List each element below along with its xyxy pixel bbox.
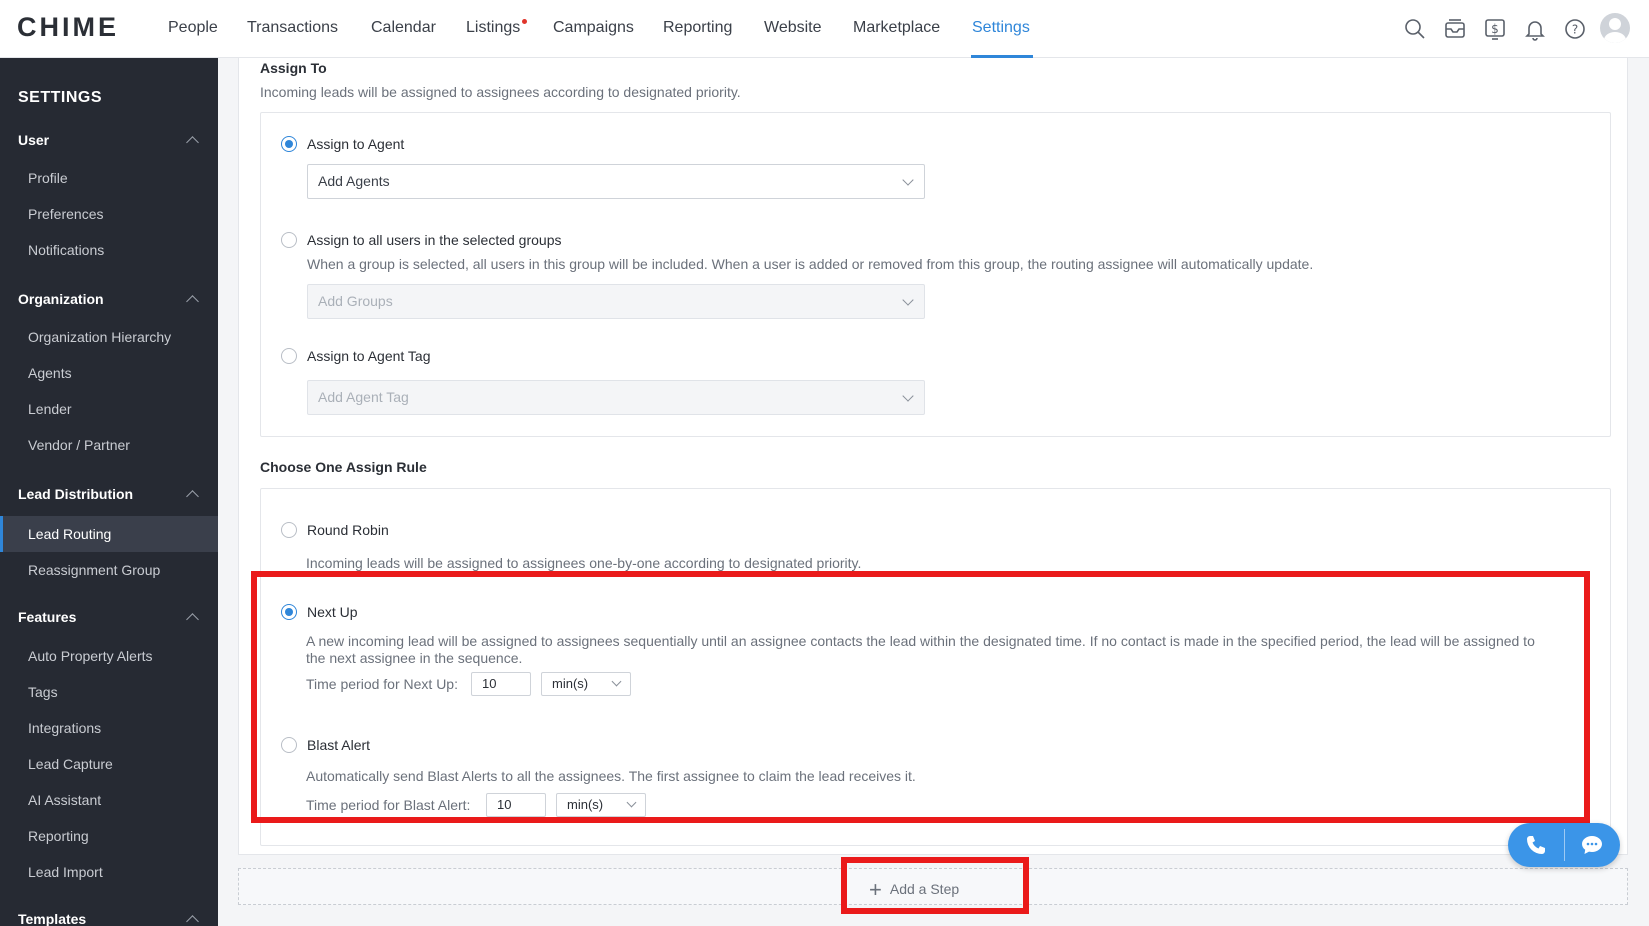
- assign-to-agent-tag-radio[interactable]: [281, 348, 297, 364]
- assign-to-groups-description: When a group is selected, all users in t…: [307, 256, 1314, 272]
- nav-campaigns[interactable]: Campaigns: [553, 19, 634, 37]
- svg-text:$: $: [1491, 22, 1499, 36]
- nav-website[interactable]: Website: [764, 19, 822, 37]
- add-step-area: + Add a Step: [238, 868, 1628, 905]
- chevron-up-icon[interactable]: [186, 490, 199, 503]
- nav-listings[interactable]: Listings: [466, 19, 520, 37]
- add-step-label: Add a Step: [889, 881, 960, 897]
- assign-to-agent-tag-label[interactable]: Assign to Agent Tag: [307, 348, 431, 364]
- sidebar-item-vendor-partner[interactable]: Vendor / Partner: [0, 427, 218, 463]
- assign-to-subtitle: Incoming leads will be assigned to assig…: [260, 84, 741, 100]
- sidebar-section-organization[interactable]: Organization: [18, 291, 104, 307]
- nav-marketplace[interactable]: Marketplace: [853, 19, 940, 37]
- sidebar-item-organization-hierarchy[interactable]: Organization Hierarchy: [0, 319, 218, 355]
- help-icon[interactable]: ?: [1563, 17, 1587, 41]
- add-agent-tag-select[interactable]: Add Agent Tag: [307, 380, 925, 415]
- assign-to-agent-radio[interactable]: [281, 136, 297, 152]
- blast-alert-period-label: Time period for Blast Alert:: [306, 797, 471, 813]
- chime-logo[interactable]: CHIME: [17, 12, 119, 43]
- chevron-down-icon: [626, 797, 637, 808]
- sidebar-item-tags[interactable]: Tags: [0, 674, 218, 710]
- add-agents-select[interactable]: Add Agents: [307, 164, 925, 199]
- nav-people[interactable]: People: [168, 19, 218, 37]
- nav-settings[interactable]: Settings: [972, 19, 1030, 37]
- avatar[interactable]: [1600, 13, 1630, 43]
- sidebar-section-lead-distribution[interactable]: Lead Distribution: [18, 486, 133, 502]
- next-up-period-input[interactable]: 10: [471, 672, 531, 696]
- plus-icon: +: [869, 877, 882, 902]
- sidebar-item-lead-import[interactable]: Lead Import: [0, 854, 218, 890]
- sidebar-item-ai-assistant[interactable]: AI Assistant: [0, 782, 218, 818]
- next-up-unit-value: min(s): [552, 676, 589, 691]
- listings-notification-dot: [522, 19, 527, 24]
- settings-sidebar: SETTINGS User Profile Preferences Notifi…: [0, 58, 218, 926]
- sidebar-section-features[interactable]: Features: [18, 609, 76, 625]
- sidebar-item-reassignment-group[interactable]: Reassignment Group: [0, 552, 218, 588]
- chevron-up-icon[interactable]: [186, 915, 199, 926]
- next-up-unit-select[interactable]: min(s): [541, 672, 631, 696]
- top-nav: CHIME People Transactions Calendar Listi…: [0, 0, 1649, 58]
- main-content: Assign To Incoming leads will be assigne…: [218, 58, 1649, 926]
- nav-reporting[interactable]: Reporting: [663, 19, 732, 37]
- nav-calendar[interactable]: Calendar: [371, 19, 436, 37]
- blast-alert-label[interactable]: Blast Alert: [307, 737, 370, 753]
- assign-to-agent-label[interactable]: Assign to Agent: [307, 136, 404, 152]
- blast-alert-radio[interactable]: [281, 737, 297, 753]
- add-groups-value: Add Groups: [318, 293, 393, 309]
- routing-step-card: Assign To Incoming leads will be assigne…: [238, 58, 1628, 855]
- next-up-radio[interactable]: [281, 604, 297, 620]
- floating-contact-bar: [1508, 823, 1620, 867]
- sidebar-section-user[interactable]: User: [18, 132, 49, 148]
- add-agents-value: Add Agents: [318, 173, 390, 189]
- floating-bar-divider: [1564, 829, 1565, 861]
- assign-rule-options-box: Round Robin Incoming leads will be assig…: [260, 488, 1611, 846]
- assign-to-options-box: Assign to Agent Add Agents Assign to all…: [260, 112, 1611, 437]
- chevron-down-icon: [902, 174, 914, 186]
- blast-alert-unit-select[interactable]: min(s): [556, 793, 646, 817]
- chat-icon[interactable]: [1580, 833, 1604, 857]
- chevron-up-icon[interactable]: [186, 136, 199, 149]
- sidebar-item-reporting[interactable]: Reporting: [0, 818, 218, 854]
- next-up-label[interactable]: Next Up: [307, 604, 358, 620]
- blast-alert-period-input[interactable]: 10: [486, 793, 546, 817]
- sidebar-item-agents[interactable]: Agents: [0, 355, 218, 391]
- add-agent-tag-value: Add Agent Tag: [318, 389, 409, 405]
- bell-icon[interactable]: [1523, 17, 1547, 41]
- blast-alert-unit-value: min(s): [567, 797, 604, 812]
- assign-rule-title: Choose One Assign Rule: [260, 459, 427, 475]
- inbox-icon[interactable]: [1443, 17, 1467, 41]
- chevron-down-icon: [611, 676, 622, 687]
- search-icon[interactable]: [1403, 17, 1427, 41]
- add-groups-select[interactable]: Add Groups: [307, 284, 925, 319]
- chevron-down-icon: [902, 294, 914, 306]
- sidebar-title: SETTINGS: [18, 89, 103, 106]
- phone-icon[interactable]: [1524, 833, 1548, 857]
- sidebar-item-preferences[interactable]: Preferences: [0, 196, 218, 232]
- chevron-up-icon[interactable]: [186, 613, 199, 626]
- round-robin-label[interactable]: Round Robin: [307, 522, 389, 538]
- round-robin-description: Incoming leads will be assigned to assig…: [306, 555, 862, 571]
- sidebar-item-integrations[interactable]: Integrations: [0, 710, 218, 746]
- sidebar-item-profile[interactable]: Profile: [0, 160, 218, 196]
- next-up-description: A new incoming lead will be assigned to …: [306, 633, 1535, 666]
- sidebar-item-lead-routing[interactable]: Lead Routing: [0, 516, 218, 552]
- assign-to-groups-label[interactable]: Assign to all users in the selected grou…: [307, 232, 561, 248]
- assign-to-groups-radio[interactable]: [281, 232, 297, 248]
- chevron-down-icon: [902, 390, 914, 402]
- blast-alert-description: Automatically send Blast Alerts to all t…: [306, 768, 916, 784]
- chevron-up-icon[interactable]: [186, 295, 199, 308]
- sidebar-item-notifications[interactable]: Notifications: [0, 232, 218, 268]
- sidebar-item-auto-property-alerts[interactable]: Auto Property Alerts: [0, 638, 218, 674]
- add-step-button[interactable]: + Add a Step: [869, 877, 959, 903]
- assign-to-title: Assign To: [260, 60, 327, 76]
- sidebar-section-templates[interactable]: Templates: [18, 911, 86, 926]
- round-robin-radio[interactable]: [281, 522, 297, 538]
- nav-transactions[interactable]: Transactions: [247, 19, 338, 37]
- dollar-icon[interactable]: $: [1483, 17, 1507, 41]
- next-up-period-label: Time period for Next Up:: [306, 676, 458, 692]
- sidebar-item-lender[interactable]: Lender: [0, 391, 218, 427]
- svg-text:?: ?: [1572, 23, 1578, 37]
- sidebar-item-lead-capture[interactable]: Lead Capture: [0, 746, 218, 782]
